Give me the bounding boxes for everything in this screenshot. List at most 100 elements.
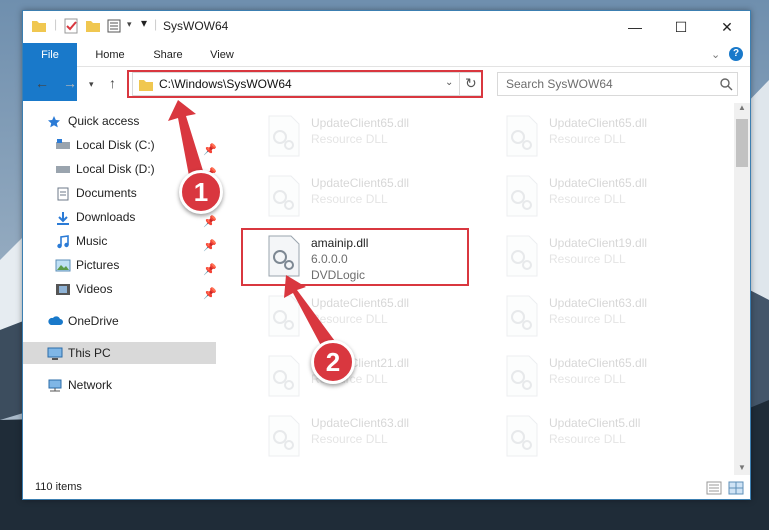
properties-icon[interactable]: [63, 18, 79, 34]
file-item[interactable]: UpdateClient65.dll Resource DLL: [263, 171, 483, 229]
close-button[interactable]: ✕: [704, 11, 750, 43]
file-type: Resource DLL: [549, 432, 626, 446]
sidebar-item-videos[interactable]: Videos 📌: [23, 278, 217, 300]
music-icon: [57, 235, 69, 249]
sidebar-item-label: Videos: [76, 282, 113, 296]
file-item[interactable]: UpdateClient63.dll Resource DLL: [501, 291, 721, 349]
sidebar-item-pictures[interactable]: Pictures 📌: [23, 254, 217, 276]
vertical-scrollbar[interactable]: ▲ ▼: [734, 103, 750, 475]
sidebar-item-label: Local Disk (D:): [76, 162, 155, 176]
large-icons-view-icon[interactable]: [728, 481, 744, 495]
dll-file-icon: [506, 175, 538, 217]
folder-icon: [32, 21, 46, 32]
window-title: SysWOW64: [163, 19, 229, 33]
item-count: 110 items: [35, 481, 82, 493]
title-bar: | ▾ ▾ | SysWOW64 — ☐ ✕: [23, 11, 750, 43]
videos-icon: [56, 284, 70, 295]
file-item[interactable]: UpdateClient5.dll Resource DLL: [501, 411, 721, 469]
new-folder-icon[interactable]: [85, 18, 101, 34]
file-name: UpdateClient5.dll: [549, 416, 641, 430]
file-name: UpdateClient65.dll: [549, 116, 648, 130]
details-view-icon[interactable]: [706, 481, 722, 495]
chevron-down-icon[interactable]: ▾: [127, 19, 132, 30]
tab-view[interactable]: View: [199, 43, 245, 67]
sidebar-item-label: Downloads: [76, 210, 136, 224]
sidebar-item-quick-access[interactable]: Quick access: [23, 110, 216, 132]
forward-button[interactable]: →: [63, 75, 77, 91]
documents-icon: [57, 187, 69, 201]
file-item[interactable]: UpdateClient21.dll Resource DLL: [263, 351, 483, 409]
file-type: Resource DLL: [549, 252, 626, 266]
cloud-icon: [48, 316, 63, 325]
up-button[interactable]: ↑: [109, 75, 116, 91]
file-list: UpdateClient65.dll Resource DLL UpdateClie…: [223, 103, 733, 473]
network-icon: [48, 379, 62, 392]
scrollbar-thumb[interactable]: [736, 119, 748, 167]
dll-file-icon: [268, 295, 300, 337]
file-highlight: [241, 228, 469, 286]
file-type: Resource DLL: [549, 312, 626, 326]
search-placeholder: Search SysWOW64: [506, 77, 613, 91]
file-item[interactable]: UpdateClient63.dll Resource DLL: [263, 411, 483, 469]
drive-icon: [56, 166, 70, 173]
file-type: Resource DLL: [311, 132, 388, 146]
scroll-up-icon[interactable]: ▲: [738, 103, 746, 112]
file-name: UpdateClient63.dll: [549, 296, 648, 310]
dll-file-icon: [268, 175, 300, 217]
back-button[interactable]: ←: [35, 75, 49, 91]
minimize-button[interactable]: —: [612, 11, 658, 43]
tab-home[interactable]: Home: [85, 43, 135, 67]
sidebar-item-label: Pictures: [76, 258, 120, 272]
sidebar-item-label: OneDrive: [68, 314, 119, 328]
toolbar-dropdown-icon[interactable]: ▾: [141, 16, 147, 30]
maximize-button[interactable]: ☐: [658, 11, 704, 43]
callout-1: 1: [179, 170, 223, 214]
help-icon[interactable]: ?: [729, 47, 743, 61]
sidebar-item-onedrive[interactable]: OneDrive: [23, 310, 216, 332]
dll-file-icon: [268, 115, 300, 157]
tab-share[interactable]: Share: [143, 43, 193, 67]
file-name: UpdateClient65.dll: [311, 176, 410, 190]
callout-2: 2: [311, 340, 355, 384]
star-icon: [48, 116, 60, 128]
file-name: UpdateClient65.dll: [311, 296, 410, 310]
file-name: UpdateClient19.dll: [549, 236, 648, 250]
sidebar-item-music[interactable]: Music 📌: [23, 230, 217, 252]
sidebar-item-label: Documents: [76, 186, 137, 200]
dll-file-icon: [506, 235, 538, 277]
file-item[interactable]: UpdateClient65.dll Resource DLL: [501, 111, 721, 169]
file-name: UpdateClient65.dll: [549, 356, 648, 370]
pin-icon[interactable]: 📌: [203, 283, 217, 305]
file-name: UpdateClient65.dll: [311, 116, 410, 130]
file-name: UpdateClient65.dll: [549, 176, 648, 190]
expand-ribbon-icon[interactable]: ⌄: [711, 48, 720, 61]
file-item[interactable]: UpdateClient65.dll Resource DLL: [263, 291, 483, 349]
ribbon-tabs: File Home Share View ⌄ ?: [23, 43, 750, 101]
dll-file-icon: [268, 415, 300, 457]
dll-file-icon: [506, 115, 538, 157]
file-item[interactable]: UpdateClient65.dll Resource DLL: [501, 351, 721, 409]
file-type: Resource DLL: [549, 192, 626, 206]
recent-locations-icon[interactable]: ▾: [89, 79, 94, 90]
file-type: Resource DLL: [311, 432, 388, 446]
file-name: UpdateClient63.dll: [311, 416, 410, 430]
sidebar-item-this-pc[interactable]: This PC: [23, 342, 216, 364]
computer-icon: [47, 347, 63, 360]
sidebar-item-label: Network: [68, 378, 113, 392]
file-type: Resource DLL: [549, 132, 626, 146]
sidebar-item-network[interactable]: Network: [23, 374, 216, 396]
file-item[interactable]: UpdateClient65.dll Resource DLL: [501, 171, 721, 229]
scroll-down-icon[interactable]: ▼: [738, 463, 746, 472]
drive-icon: [56, 139, 70, 149]
dll-file-icon: [506, 415, 538, 457]
file-item[interactable]: UpdateClient19.dll Resource DLL: [501, 231, 721, 289]
navigation-pane: Quick access Local Disk (C:) 📌 Local Dis…: [23, 105, 217, 475]
customize-toolbar-icon[interactable]: [107, 18, 125, 34]
file-item[interactable]: UpdateClient65.dll Resource DLL: [263, 111, 483, 169]
search-input[interactable]: Search SysWOW64: [497, 72, 738, 96]
dll-file-icon: [506, 355, 538, 397]
downloads-icon: [57, 212, 69, 225]
file-type: Resource DLL: [549, 372, 626, 386]
sidebar-item-local-disk-c[interactable]: Local Disk (C:) 📌: [23, 134, 217, 156]
status-bar: 110 items: [23, 477, 750, 499]
